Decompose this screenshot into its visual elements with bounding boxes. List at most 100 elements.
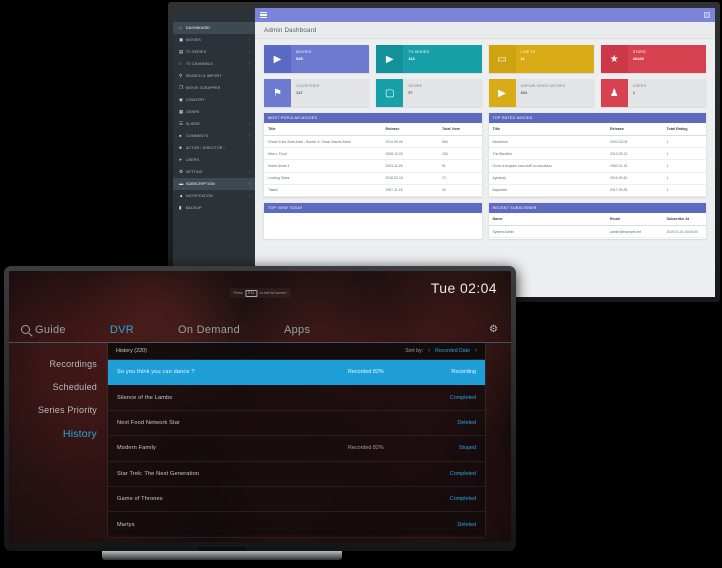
tab-dvr[interactable]: DVR	[110, 324, 134, 336]
sidebar-item-setting[interactable]: ⚙ Setting ›	[173, 166, 255, 178]
dvr-row-title: Star Trek: The Next Generation	[117, 470, 200, 477]
table-cell: 2018-02-16	[381, 172, 438, 185]
dvr-row[interactable]: So you think you can dance ? Recorded 82%…	[108, 360, 485, 386]
sidebar-item-label: Comments	[186, 134, 209, 138]
stat-card-stars[interactable]: ★ Stars 40430	[600, 45, 706, 73]
dvr-menu-recordings[interactable]: Recordings	[9, 352, 107, 375]
stat-card-unpublished-movies[interactable]: ▶ Unpublished Movies 804	[488, 79, 594, 107]
home-icon: ⌂	[179, 24, 182, 30]
stat-card-live-tv[interactable]: ▭ Live TV 11	[488, 45, 594, 73]
dvr-row[interactable]: Silence of the Lambs Completed	[108, 385, 485, 411]
table-cell: 2019-01-01 00:00:00	[662, 225, 706, 239]
table-cell: 1997-11-18	[381, 184, 438, 197]
sidebar-item-label: Users	[186, 158, 200, 162]
stat-card-genre[interactable]: ▢ Genre 57	[376, 79, 482, 107]
sidebar-item-comments[interactable]: ● Comments ›	[173, 130, 255, 142]
dvr-menu-history[interactable]: History	[9, 421, 107, 446]
dvr-row[interactable]: Game of Thrones Completed	[108, 486, 485, 513]
dvr-menu-series-priority[interactable]: Series Priority	[9, 398, 107, 421]
stat-card-countries[interactable]: ⚑ Countries 147	[264, 79, 370, 107]
dvr-menu-scheduled[interactable]: Scheduled	[9, 375, 107, 398]
flag-icon: ⚑	[264, 79, 291, 107]
table-row: Baywatch 2017-05-25 1	[488, 184, 706, 197]
stat-card-movies[interactable]: ▶ Movies 545	[264, 45, 370, 73]
sidebar-item-backup[interactable]: ▮ Backup	[173, 202, 255, 214]
sidebar-item-label: Country	[186, 98, 205, 102]
panel-title: Top View Today	[264, 202, 482, 213]
sidebar-item-search-import[interactable]: ⚲ Search & Import	[173, 70, 255, 82]
table-cell: Man v. Food	[264, 147, 382, 161]
tv-screen: Press F11 to exit full screen Tue 02:04 …	[9, 271, 511, 542]
stat-card-value: 113	[408, 55, 415, 61]
film-icon: ▣	[179, 36, 184, 42]
dvr-body: Recordings Scheduled Series Priority Histor…	[9, 343, 511, 538]
dvr-row-title: Martys	[117, 521, 135, 528]
hamburger-icon[interactable]	[260, 12, 267, 18]
dvr-row[interactable]: Star Trek: The Next Generation Completed	[108, 461, 485, 487]
tv-series-icon: ▤	[179, 48, 184, 54]
sidebar-item-actor-director[interactable]: ♣ Actor / Director...	[173, 142, 255, 154]
tab-guide[interactable]: Guide	[21, 324, 66, 336]
table-header-row: Name Email Subscribe At	[488, 212, 706, 226]
panel-most-popular-movies: Most Popular Movies Title Release Total Vi…	[264, 113, 482, 197]
fullscreen-hint-prefix: Press	[233, 291, 243, 295]
chevron-right-icon: ›	[248, 170, 250, 174]
stat-card-label: Unpublished Movies	[520, 84, 566, 88]
video-camera-icon: ▶	[376, 45, 404, 73]
gear-icon: ⚙	[179, 168, 184, 174]
table-cell: Baywatch	[488, 184, 606, 197]
dvr-row[interactable]: Next Food Network Star Deleted	[108, 410, 485, 437]
table-row: The Blacklist 2013-09-23 1	[488, 147, 706, 161]
sidebar-item-dashboard[interactable]: ⌂ Dashboard	[173, 22, 255, 34]
search-icon[interactable]	[21, 325, 30, 334]
sidebar-item-subscription[interactable]: ▬ Subscription ›	[173, 178, 255, 190]
sidebar-item-notification[interactable]: ▲ Notification ›	[173, 190, 255, 202]
chevron-right-icon[interactable]: ›	[475, 348, 477, 354]
top-rated-table: Title Release Total Rating Bloodshot 2020-0…	[488, 123, 706, 197]
dvr-row[interactable]: Modern Family Recorded 82% Stoped	[108, 436, 485, 462]
tv-stand	[102, 551, 342, 560]
chevron-right-icon: ›	[248, 50, 250, 54]
stat-card-value: 804	[520, 89, 528, 95]
sidebar-item-movies[interactable]: ▣ Movies ›	[173, 34, 255, 46]
table-cell: 91	[438, 159, 482, 173]
stat-card-users[interactable]: ♟ Users 1	[600, 79, 706, 107]
dvr-side-menu: Recordings Scheduled Series Priority Histor…	[9, 343, 107, 535]
sidebar-item-label: Search & Import	[186, 74, 222, 78]
column-header: Release	[381, 123, 438, 136]
sidebar-item-users[interactable]: ⚹ Users	[173, 154, 255, 166]
table-cell: Home Alone 4	[264, 159, 382, 173]
admin-dashboard-screen: ⌂ Dashboard ▣ Movies › ▤ TV Series › ○ TV Channel…	[173, 8, 715, 297]
stat-card-tv-series[interactable]: ▶ TV-Series 113	[376, 45, 482, 73]
sidebar-item-genre[interactable]: ▦ Genre	[173, 106, 255, 118]
chevron-left-icon[interactable]: ‹	[428, 348, 430, 354]
sidebar-item-label: Slider	[186, 122, 200, 126]
user-icon: ⚹	[179, 156, 182, 162]
panel-icon[interactable]	[704, 12, 710, 18]
sidebar-item-tv-series[interactable]: ▤ TV Series ›	[173, 46, 255, 58]
clock: Tue 02:04	[430, 280, 497, 296]
table-cell: 72	[438, 172, 482, 185]
stat-card-value: 57	[408, 89, 413, 95]
tab-apps[interactable]: Apps	[284, 324, 310, 336]
table-cell: The Blacklist	[488, 147, 606, 161]
sidebar-item-country[interactable]: ◉ Country	[173, 94, 255, 106]
chevron-right-icon: ›	[248, 122, 250, 126]
sort-value: Recorded Date	[435, 348, 470, 354]
chevron-right-icon: ›	[248, 38, 250, 42]
sort-control[interactable]: Sort by: ‹ Recorded Date ›	[405, 348, 477, 354]
recent-subscriber-table: Name Email Subscribe At System Admin admin@…	[488, 212, 706, 239]
stat-card-value: 1	[632, 89, 635, 95]
bottom-panels-row: Top View Today Recent Subscriber Name Ema…	[255, 197, 715, 239]
sidebar-item-movie-scrapper[interactable]: ❐ Movie Scrapper	[173, 82, 255, 94]
dvr-row[interactable]: Martys Deleted	[108, 512, 485, 538]
sidebar-item-slider[interactable]: ☰ Slider ›	[173, 118, 255, 130]
table-cell: 1	[662, 184, 706, 197]
stat-card-label: Countries	[296, 84, 320, 88]
column-header: Total Rating	[662, 123, 706, 136]
table-cell: 2008-12-03	[381, 147, 438, 161]
sidebar-item-tv-channels[interactable]: ○ TV Channels ›	[173, 58, 255, 70]
page-title: Admin Dashboard	[264, 26, 317, 34]
tab-on-demand[interactable]: On Demand	[178, 324, 240, 336]
gear-icon[interactable]: ⚙	[489, 324, 498, 335]
